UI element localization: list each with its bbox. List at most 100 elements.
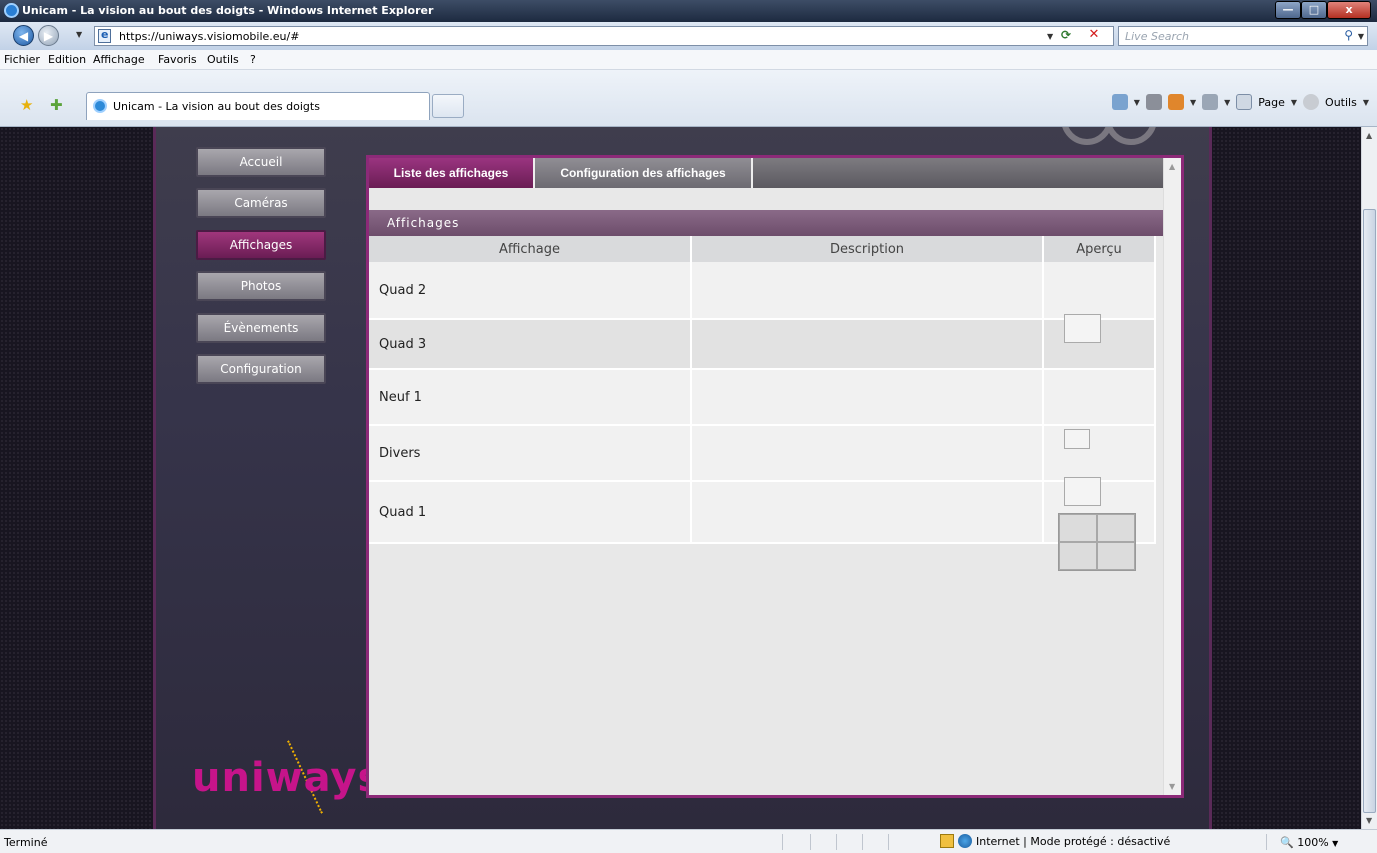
- column-header-apercu[interactable]: Aperçu: [1043, 236, 1156, 262]
- url-text[interactable]: https://uniways.visiomobile.eu/#: [119, 30, 299, 43]
- print-dropdown-icon[interactable]: ▼: [1224, 98, 1230, 107]
- column-header-affichage[interactable]: Affichage: [369, 236, 692, 262]
- nav-accueil[interactable]: Accueil: [196, 147, 326, 177]
- page-scroll-down-icon[interactable]: ▼: [1366, 816, 1372, 825]
- zoom-level[interactable]: 🔍 100% ▼: [1280, 836, 1338, 849]
- status-text: Terminé: [4, 836, 48, 849]
- feeds-icon[interactable]: [1167, 94, 1184, 110]
- page-icon: [98, 28, 111, 43]
- security-zone[interactable]: Internet | Mode protégé : désactivé: [940, 834, 1170, 848]
- home-icon[interactable]: [1111, 94, 1128, 110]
- tab-label[interactable]: Unicam - La vision au bout des doigts: [113, 100, 320, 113]
- nav-photos[interactable]: Photos: [196, 271, 326, 301]
- menu-help[interactable]: ?: [250, 53, 256, 66]
- nav-configuration[interactable]: Configuration: [196, 354, 326, 384]
- zoom-icon: 🔍: [1280, 836, 1294, 849]
- preview-single-icon: [1064, 477, 1101, 506]
- refresh-icon[interactable]: ⟳: [1061, 28, 1071, 42]
- cell-description: [691, 369, 1044, 426]
- search-icon[interactable]: ⚲: [1344, 28, 1353, 42]
- close-button[interactable]: x: [1327, 1, 1371, 19]
- preview-single-icon: [1064, 314, 1101, 343]
- tab-configuration-affichages[interactable]: Configuration des affichages: [535, 158, 753, 188]
- menu-fichier[interactable]: Fichier: [4, 53, 40, 66]
- protected-mode-icon: [940, 834, 954, 848]
- address-toolbar: ◀ ▶ ▼ https://uniways.visiomobile.eu/# ▼…: [0, 22, 1377, 50]
- command-bar: ▼ ▼ ▼ Page ▼ Outils ▼: [1111, 94, 1369, 110]
- stop-icon[interactable]: ✕: [1085, 27, 1103, 44]
- column-header-description[interactable]: Description: [691, 236, 1044, 262]
- content-tabs: Liste des affichages Configuration des a…: [369, 158, 1181, 188]
- page-menu[interactable]: Page: [1258, 96, 1285, 109]
- scroll-up-icon[interactable]: ▲: [1169, 162, 1175, 171]
- nav-cameras[interactable]: Caméras: [196, 188, 326, 218]
- table-row[interactable]: Quad 2: [369, 262, 1156, 343]
- frame-scrollbar[interactable]: ▲ ▼: [1163, 158, 1181, 795]
- home-dropdown-icon[interactable]: ▼: [1134, 98, 1140, 107]
- menu-favoris[interactable]: Favoris: [158, 53, 197, 66]
- window-controls: — □ x: [1275, 1, 1371, 19]
- preview-quad-icon: [1058, 513, 1136, 571]
- page-scrollbar[interactable]: ▲ ▼: [1361, 127, 1377, 829]
- internet-globe-icon: [958, 834, 972, 848]
- menu-outils[interactable]: Outils: [207, 53, 239, 66]
- menu-bar: Fichier Edition Affichage Favoris Outils…: [0, 50, 1377, 70]
- search-placeholder[interactable]: Live Search: [1125, 30, 1189, 43]
- favorites-star-icon[interactable]: ★: [20, 96, 33, 114]
- history-dropdown-icon[interactable]: ▼: [76, 30, 82, 39]
- address-dropdown-icon[interactable]: ▼: [1047, 32, 1053, 41]
- cell-description: [691, 319, 1044, 370]
- nav-affichages[interactable]: Affichages: [196, 230, 326, 260]
- tools-dropdown-icon[interactable]: ▼: [1363, 98, 1369, 107]
- browser-tab[interactable]: Unicam - La vision au bout des doigts: [86, 92, 430, 120]
- gear-icon: [1303, 94, 1320, 110]
- address-field[interactable]: https://uniways.visiomobile.eu/# ▼ ⟳ ✕: [94, 26, 1114, 46]
- cell-preview: [1043, 425, 1156, 506]
- page-content: Accueil Caméras Affichages Photos Évènem…: [0, 127, 1361, 829]
- cell-preview: [1043, 262, 1156, 343]
- search-dropdown-icon[interactable]: ▼: [1358, 32, 1364, 41]
- menu-affichage[interactable]: Affichage: [93, 53, 145, 66]
- table-row[interactable]: Divers: [369, 425, 1156, 506]
- main-frame: Liste des affichages Configuration des a…: [366, 155, 1184, 798]
- cell-name: Quad 2: [369, 262, 692, 320]
- page-scroll-thumb[interactable]: [1363, 209, 1376, 813]
- print-icon[interactable]: [1202, 94, 1219, 110]
- nav-evenements[interactable]: Évènements: [196, 313, 326, 343]
- cell-description: [691, 425, 1044, 482]
- menu-edition[interactable]: Edition: [48, 53, 86, 66]
- status-bar: Terminé Internet | Mode protégé : désact…: [0, 829, 1377, 853]
- cell-preview: [1043, 369, 1156, 449]
- zoom-value[interactable]: 100%: [1297, 836, 1328, 849]
- cell-description: [691, 481, 1044, 544]
- cell-name: Quad 3: [369, 319, 692, 370]
- new-tab-button[interactable]: [432, 94, 464, 118]
- tab-ie-icon: [93, 99, 107, 113]
- section-header: Affichages: [369, 210, 1163, 236]
- affichages-table: Affichage Description Aperçu Quad 2 Quad…: [369, 236, 1156, 571]
- uniways-logo: uniways: [192, 737, 381, 827]
- tab-liste-affichages[interactable]: Liste des affichages: [369, 158, 535, 188]
- search-input[interactable]: Live Search ⚲ ▼: [1118, 26, 1368, 46]
- reading-icon[interactable]: [1145, 94, 1162, 110]
- decorative-circles: [1061, 127, 1161, 153]
- table-row[interactable]: Neuf 1: [369, 369, 1156, 449]
- cell-name: Neuf 1: [369, 369, 692, 426]
- scroll-down-icon[interactable]: ▼: [1169, 782, 1175, 791]
- add-favorite-icon[interactable]: ✚: [50, 96, 63, 114]
- table-row[interactable]: Quad 3: [369, 319, 1156, 370]
- maximize-button[interactable]: □: [1301, 1, 1327, 19]
- window-title: Unicam - La vision au bout des doigts - …: [22, 4, 434, 17]
- page-scroll-up-icon[interactable]: ▲: [1366, 131, 1372, 140]
- minimize-button[interactable]: —: [1275, 1, 1301, 19]
- zoom-dropdown-icon[interactable]: ▼: [1332, 839, 1338, 848]
- forward-button[interactable]: ▶: [38, 25, 59, 46]
- feeds-dropdown-icon[interactable]: ▼: [1190, 98, 1196, 107]
- ie-logo-icon: [4, 3, 19, 18]
- tools-menu[interactable]: Outils: [1325, 96, 1357, 109]
- page-menu-icon: [1236, 94, 1253, 110]
- page-dropdown-icon[interactable]: ▼: [1291, 98, 1297, 107]
- table-row[interactable]: Quad 1: [369, 481, 1156, 571]
- back-button[interactable]: ◀: [13, 25, 34, 46]
- cell-description: [691, 262, 1044, 320]
